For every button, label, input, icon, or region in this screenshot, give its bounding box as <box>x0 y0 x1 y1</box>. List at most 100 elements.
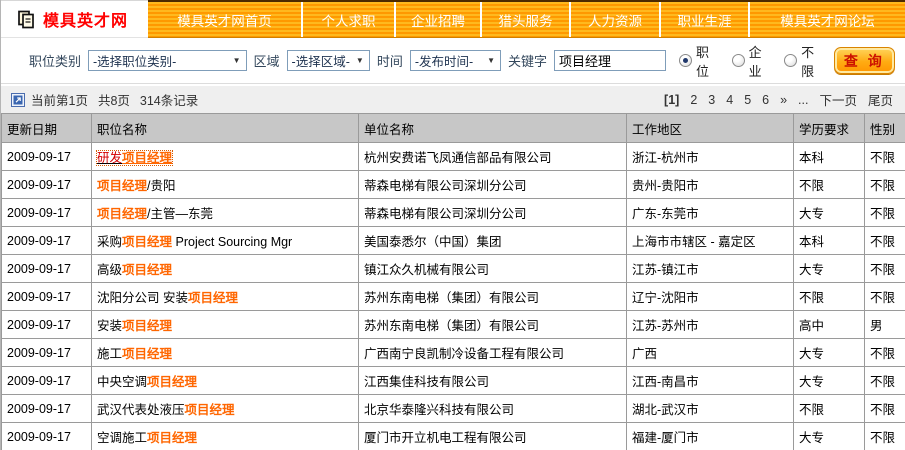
radio-label: 企业 <box>749 42 775 80</box>
nav-tab-3[interactable]: 企业招聘 <box>396 2 482 37</box>
pagination-item-7[interactable]: » <box>780 93 787 107</box>
cell-education: 大专 <box>794 255 865 283</box>
scope-radio-option-3[interactable]: 不限 <box>784 42 827 80</box>
pagination-current-page[interactable]: [1] <box>664 93 679 107</box>
cell-education: 大专 <box>794 367 865 395</box>
site-logo[interactable]: 模具英才网 <box>1 0 148 38</box>
job-title-link[interactable]: 空调施工项目经理 <box>97 431 197 445</box>
job-title-link[interactable]: 施工项目经理 <box>97 347 172 361</box>
cell-job-title: 项目经理/贵阳 <box>92 171 359 199</box>
job-title-keyword: 项目经理 <box>97 179 147 193</box>
table-row: 2009-09-17中央空调项目经理江西集佳科技有限公司江西-南昌市大专不限 <box>2 367 905 395</box>
nav-tabs: 模具英才网首页个人求职企业招聘猎头服务人力资源职业生涯模具英才网论坛 <box>148 0 905 38</box>
pagination-item-4[interactable]: 4 <box>726 93 733 107</box>
cell-job-title: 空调施工项目经理 <box>92 423 359 450</box>
cell-company-name: 苏州东南电梯（集团）有限公司 <box>359 283 627 311</box>
scope-radio-option-1[interactable]: 职位 <box>679 42 722 80</box>
cell-education: 不限 <box>794 283 865 311</box>
document-icon <box>17 10 36 29</box>
job-title-link[interactable]: 安装项目经理 <box>97 319 172 333</box>
cell-company-name: 蒂森电梯有限公司深圳分公司 <box>359 199 627 227</box>
region-select-value: -选择区域- <box>292 51 350 70</box>
table-row: 2009-09-17项目经理/主管—东莞蒂森电梯有限公司深圳分公司广东-东莞市大… <box>2 199 905 227</box>
cell-company-name: 江西集佳科技有限公司 <box>359 367 627 395</box>
region-select[interactable]: -选择区域- ▼ <box>287 50 370 71</box>
job-title-keyword: 项目经理 <box>122 151 172 165</box>
cell-job-title: 采购项目经理 Project Sourcing Mgr <box>92 227 359 255</box>
pagination-item-3[interactable]: 3 <box>708 93 715 107</box>
job-title-link[interactable]: 项目经理/贵阳 <box>97 179 176 193</box>
job-title-link[interactable]: 高级项目经理 <box>97 263 172 277</box>
cell-gender: 不限 <box>865 171 905 199</box>
pagination-item-9[interactable]: 下一页 <box>819 90 857 109</box>
job-title-prefix: 采购 <box>97 235 122 249</box>
keyword-input[interactable] <box>554 50 666 71</box>
cell-update-date: 2009-09-17 <box>2 143 92 171</box>
pagination-item-5[interactable]: 5 <box>744 93 751 107</box>
category-select[interactable]: -选择职位类别- ▼ <box>88 50 247 71</box>
cell-update-date: 2009-09-17 <box>2 227 92 255</box>
job-title-link[interactable]: 沈阳分公司 安装项目经理 <box>97 291 238 305</box>
job-title-keyword: 项目经理 <box>188 291 238 305</box>
table-row: 2009-09-17武汉代表处液压项目经理北京华泰隆兴科技有限公司湖北-武汉市不… <box>2 395 905 423</box>
job-title-prefix: 安装 <box>97 319 122 333</box>
chevron-down-icon: ▼ <box>231 56 243 65</box>
cell-update-date: 2009-09-17 <box>2 395 92 423</box>
pagination-item-6[interactable]: 6 <box>762 93 769 107</box>
results-table: 更新日期职位名称单位名称工作地区学历要求性别 2009-09-17研发项目经理杭… <box>1 113 905 450</box>
nav-tab-6[interactable]: 职业生涯 <box>661 2 750 37</box>
pagination-item-10[interactable]: 尾页 <box>868 90 893 109</box>
table-row: 2009-09-17沈阳分公司 安装项目经理苏州东南电梯（集团）有限公司辽宁-沈… <box>2 283 905 311</box>
cell-work-region: 江苏-镇江市 <box>627 255 794 283</box>
job-title-keyword: 项目经理 <box>147 375 197 389</box>
cell-education: 本科 <box>794 227 865 255</box>
cell-gender: 不限 <box>865 227 905 255</box>
job-title-prefix: 武汉代表处液压 <box>97 403 185 417</box>
cell-job-title: 沈阳分公司 安装项目经理 <box>92 283 359 311</box>
job-title-prefix: 中央空调 <box>97 375 147 389</box>
chevron-down-icon: ▼ <box>354 56 366 65</box>
cell-work-region: 广西 <box>627 339 794 367</box>
cell-update-date: 2009-09-17 <box>2 423 92 450</box>
radio-label: 不限 <box>801 42 827 80</box>
radio-button-icon <box>732 54 745 67</box>
job-title-prefix: 空调施工 <box>97 431 147 445</box>
time-select[interactable]: -发布时间- ▼ <box>410 50 501 71</box>
radio-button-icon <box>784 54 797 67</box>
job-title-link[interactable]: 采购项目经理 Project Sourcing Mgr <box>97 235 292 249</box>
cell-gender: 不限 <box>865 395 905 423</box>
job-title-link[interactable]: 中央空调项目经理 <box>97 375 197 389</box>
status-bar: 当前第1页 共8页 314条记录 [1]23456»...下一页尾页 <box>1 86 905 113</box>
cell-company-name: 苏州东南电梯（集团）有限公司 <box>359 311 627 339</box>
nav-tab-4[interactable]: 猎头服务 <box>482 2 571 37</box>
nav-tab-2[interactable]: 个人求职 <box>303 2 396 37</box>
job-title-link[interactable]: 武汉代表处液压项目经理 <box>97 403 235 417</box>
column-header-6: 性别 <box>865 114 905 143</box>
cell-work-region: 贵州-贵阳市 <box>627 171 794 199</box>
cell-update-date: 2009-09-17 <box>2 339 92 367</box>
cell-company-name: 美国泰悉尔（中国）集团 <box>359 227 627 255</box>
job-title-link[interactable]: 项目经理/主管—东莞 <box>97 207 213 221</box>
header: 模具英才网 模具英才网首页个人求职企业招聘猎头服务人力资源职业生涯模具英才网论坛 <box>1 0 905 38</box>
cell-education: 本科 <box>794 143 865 171</box>
pagination-item-2[interactable]: 2 <box>690 93 697 107</box>
category-select-value: -选择职位类别- <box>93 51 176 70</box>
nav-tab-7[interactable]: 模具英才网论坛 <box>750 2 905 37</box>
cell-company-name: 镇江众久机械有限公司 <box>359 255 627 283</box>
query-button[interactable]: 查 询 <box>834 47 895 74</box>
scope-radio-option-2[interactable]: 企业 <box>732 42 775 80</box>
page-info-icon <box>11 93 25 107</box>
cell-company-name: 北京华泰隆兴科技有限公司 <box>359 395 627 423</box>
cell-gender: 不限 <box>865 143 905 171</box>
nav-tab-1[interactable]: 模具英才网首页 <box>148 2 303 37</box>
cell-update-date: 2009-09-17 <box>2 311 92 339</box>
nav-tab-5[interactable]: 人力资源 <box>571 2 661 37</box>
job-title-link[interactable]: 研发项目经理 <box>97 151 172 165</box>
column-header-3: 单位名称 <box>359 114 627 143</box>
cell-work-region: 福建-厦门市 <box>627 423 794 450</box>
cell-update-date: 2009-09-17 <box>2 367 92 395</box>
site-logo-text: 模具英才网 <box>43 7 128 31</box>
category-label: 职位类别 <box>29 51 81 70</box>
chevron-down-icon: ▼ <box>485 56 497 65</box>
cell-job-title: 研发项目经理 <box>92 143 359 171</box>
